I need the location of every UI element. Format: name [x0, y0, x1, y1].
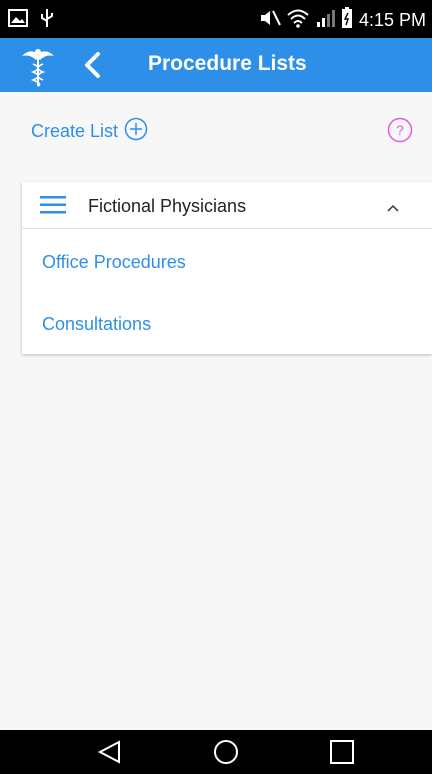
group-header[interactable]: Fictional Physicians — [22, 182, 432, 229]
app-bar: Procedure Lists — [0, 38, 432, 92]
chevron-up-icon[interactable] — [386, 200, 400, 212]
usb-icon — [40, 8, 54, 33]
status-bar: 4:15 PM — [0, 0, 432, 38]
wifi-icon — [287, 8, 309, 33]
back-chevron-icon[interactable] — [78, 48, 108, 82]
nav-back-icon[interactable] — [97, 739, 123, 765]
group-title: Fictional Physicians — [88, 196, 247, 216]
caduceus-icon — [18, 44, 58, 88]
battery-icon — [341, 7, 353, 34]
help-icon[interactable]: ? — [387, 117, 413, 143]
status-left — [8, 8, 54, 33]
mute-icon — [259, 8, 281, 33]
svg-text:?: ? — [396, 122, 404, 138]
list-item-office-procedures[interactable]: Office Procedures — [42, 252, 186, 273]
nav-home-icon[interactable] — [213, 739, 239, 765]
procedure-list-card: Fictional Physicians Office Procedures C… — [22, 182, 432, 354]
menu-icon[interactable] — [40, 195, 66, 215]
create-list-button[interactable]: Create List — [31, 117, 148, 146]
page-title: Procedure Lists — [148, 52, 307, 75]
picture-icon — [8, 9, 28, 32]
status-right: 4:15 PM — [259, 7, 426, 34]
create-list-label: Create List — [31, 121, 119, 141]
list-item-consultations[interactable]: Consultations — [42, 314, 151, 335]
signal-icon — [315, 8, 335, 33]
system-nav-bar — [0, 730, 432, 774]
nav-recents-icon[interactable] — [329, 739, 355, 765]
add-circle-icon — [124, 117, 148, 146]
status-time: 4:15 PM — [358, 10, 426, 30]
